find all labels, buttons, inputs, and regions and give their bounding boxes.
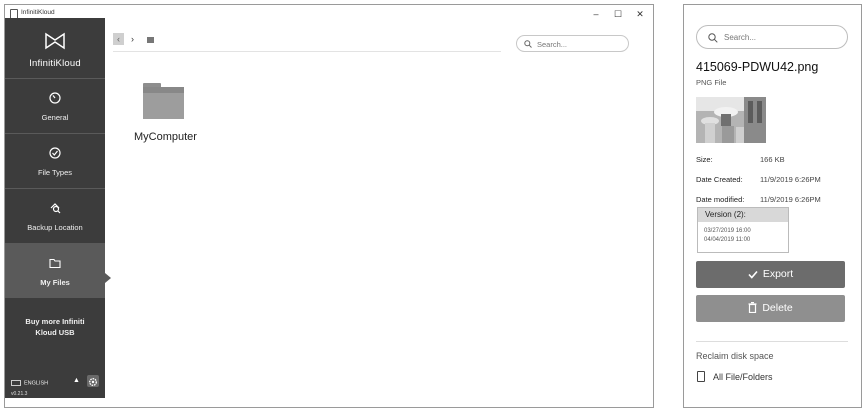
checkmark-icon bbox=[748, 270, 758, 279]
date-modified-value: 11/9/2019 6:26PM bbox=[760, 195, 821, 204]
home-icon[interactable] bbox=[147, 37, 154, 43]
check-circle-icon bbox=[49, 147, 61, 159]
sidebar-item-backup-location[interactable]: Backup Location bbox=[5, 188, 105, 243]
trash-icon bbox=[748, 302, 757, 314]
export-button[interactable]: Export bbox=[696, 261, 845, 288]
file-thumbnail bbox=[696, 97, 766, 143]
language-label: ENGLISH bbox=[24, 380, 49, 387]
forward-button[interactable]: › bbox=[127, 33, 138, 45]
folder-name[interactable]: MyComputer bbox=[134, 131, 197, 143]
all-files-label: All File/Folders bbox=[713, 372, 773, 382]
file-name: 415069-PDWU42.png bbox=[696, 60, 819, 74]
search-placeholder: Search... bbox=[724, 33, 757, 42]
version-item[interactable]: 04/04/2019 11:00 bbox=[704, 237, 750, 243]
panel-search-input[interactable]: Search... bbox=[696, 25, 848, 49]
delete-button[interactable]: Delete bbox=[696, 295, 845, 322]
sidebar-item-general[interactable]: General bbox=[5, 78, 105, 133]
file-icon bbox=[697, 371, 705, 382]
size-value: 166 KB bbox=[760, 155, 785, 164]
infinitikloud-logo-icon bbox=[45, 32, 65, 50]
file-info-panel: Search... 415069-PDWU42.png PNG File Siz… bbox=[683, 4, 862, 408]
delete-label: Delete bbox=[762, 302, 793, 314]
gauge-icon bbox=[49, 92, 61, 104]
buy-more-line1: Buy more Infiniti bbox=[25, 317, 85, 326]
all-files-option[interactable]: All File/Folders bbox=[697, 371, 773, 382]
active-indicator bbox=[105, 273, 111, 283]
version-item[interactable]: 03/27/2019 16:00 bbox=[704, 228, 751, 234]
location-search-icon bbox=[50, 203, 61, 214]
toolbar-divider bbox=[113, 51, 501, 52]
close-button[interactable]: ✕ bbox=[629, 7, 651, 21]
panel-divider bbox=[696, 341, 848, 342]
folder-icon bbox=[49, 258, 61, 269]
search-input[interactable]: Search... bbox=[516, 35, 629, 52]
uk-flag-icon bbox=[11, 380, 21, 386]
sidebar-item-file-types[interactable]: File Types bbox=[5, 133, 105, 188]
version-header: Version (2): bbox=[698, 208, 788, 222]
sidebar-item-label: My Files bbox=[40, 278, 70, 287]
sidebar-item-label: Backup Location bbox=[27, 223, 83, 232]
maximize-button[interactable]: ☐ bbox=[607, 7, 629, 21]
buy-more-line2: Kloud USB bbox=[35, 328, 75, 337]
caret-up-icon[interactable]: ▲ bbox=[73, 377, 80, 384]
version-label: v0.21.3 bbox=[11, 391, 28, 397]
reclaim-disk-space-heading: Reclaim disk space bbox=[696, 351, 774, 361]
search-icon bbox=[524, 40, 532, 48]
language-selector[interactable]: ENGLISH bbox=[11, 380, 48, 386]
sidebar-item-label: General bbox=[41, 113, 69, 122]
back-button[interactable]: ‹ bbox=[113, 33, 124, 45]
export-label: Export bbox=[762, 268, 794, 280]
folder-icon[interactable] bbox=[143, 83, 184, 119]
brand-name: InfinitiKloud bbox=[29, 58, 81, 69]
size-label: Size: bbox=[696, 155, 713, 164]
sidebar-item-label: File Types bbox=[37, 168, 73, 177]
search-icon bbox=[708, 33, 718, 43]
sidebar: InfinitiKloud General File Types Backup … bbox=[5, 18, 111, 398]
sidebar-item-my-files[interactable]: My Files bbox=[5, 243, 105, 298]
date-modified-label: Date modified: bbox=[696, 195, 745, 204]
buy-more-link[interactable]: Buy more Infiniti Kloud USB bbox=[5, 316, 105, 338]
date-created-value: 11/9/2019 6:26PM bbox=[760, 175, 821, 184]
file-type: PNG File bbox=[696, 78, 727, 87]
minimize-button[interactable]: – bbox=[585, 7, 607, 21]
date-created-label: Date Created: bbox=[696, 175, 743, 184]
version-list: Version (2): 03/27/2019 16:00 04/04/2019… bbox=[697, 207, 789, 253]
gear-icon[interactable] bbox=[87, 375, 99, 387]
window-title: InfinitiKloud bbox=[21, 9, 55, 16]
logo: InfinitiKloud bbox=[5, 18, 105, 78]
search-placeholder: Search... bbox=[537, 40, 568, 49]
